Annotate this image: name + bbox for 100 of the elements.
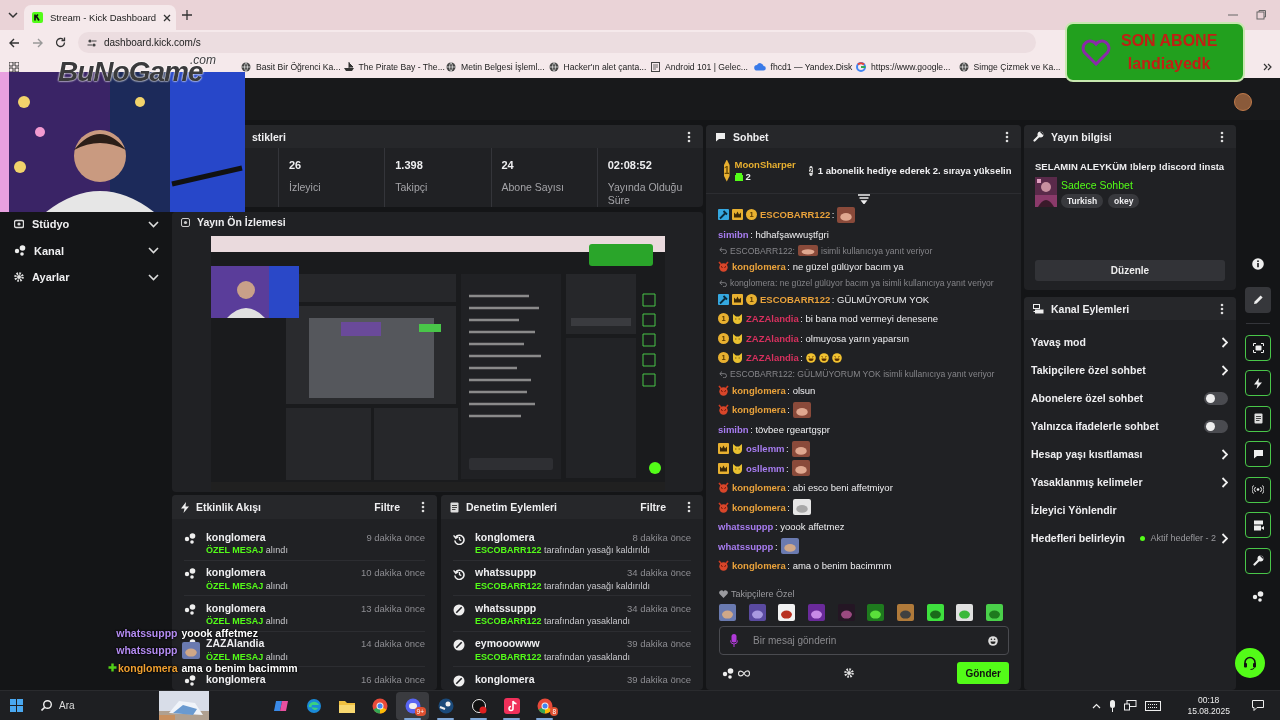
more-icon[interactable] — [1220, 130, 1224, 143]
setting-label[interactable]: Yalnızca ifadelerle sohbet — [1031, 420, 1159, 432]
message-text: : — [787, 404, 790, 416]
apps-icon[interactable] — [9, 61, 19, 72]
collapse-icon[interactable] — [857, 193, 870, 204]
toggle-switch[interactable] — [1204, 391, 1228, 405]
sidebar-button[interactable] — [1245, 476, 1271, 503]
setting-label[interactable]: Abonelere özel sohbet — [1031, 392, 1144, 404]
category-link[interactable]: Sadece Sohbet — [1061, 179, 1140, 191]
filter-button[interactable]: Filtre — [640, 501, 666, 513]
edge-icon — [305, 697, 322, 714]
edit-button[interactable]: Düzenle — [1035, 260, 1225, 281]
message-text: : bi bana mod vermeyi denesene — [800, 313, 939, 325]
bookmark[interactable]: Android 101 | Gelec... — [651, 61, 754, 72]
sidebar-button[interactable] — [1245, 286, 1271, 313]
settings-icon[interactable] — [843, 668, 854, 678]
browser-tab[interactable]: Stream - Kick Dashboard — [24, 5, 176, 30]
sidebar-button[interactable] — [1245, 441, 1271, 467]
tab-list-icon[interactable] — [8, 11, 18, 19]
sidebar-item[interactable]: Kanal — [0, 237, 172, 264]
toggle-switch[interactable] — [1204, 419, 1228, 433]
emote-icon — [956, 604, 974, 621]
bookmark[interactable]: Metin Belgesi İşleml... — [446, 61, 549, 72]
tag[interactable]: okey — [1108, 194, 1140, 208]
chevron-icon[interactable] — [148, 247, 159, 255]
sidebar-item[interactable]: Stüdyo — [0, 211, 172, 238]
chevron-icon[interactable] — [1221, 448, 1228, 460]
reply-icon — [719, 370, 727, 378]
network-icon[interactable] — [1124, 700, 1138, 711]
username[interactable]: osllemm — [746, 462, 785, 474]
username[interactable]: MoonSharper — [734, 159, 796, 170]
bookmark[interactable]: The Pirate Bay - The... — [343, 61, 446, 72]
search-field[interactable]: Ara — [39, 693, 159, 718]
tag[interactable]: Turkish — [1061, 194, 1104, 208]
start-icon[interactable] — [10, 699, 23, 712]
username[interactable]: ESCOBARR122 — [760, 293, 831, 305]
filter-button[interactable]: Filtre — [374, 501, 400, 513]
username[interactable]: konglomera — [732, 482, 786, 494]
close-icon[interactable] — [163, 13, 172, 22]
sidebar-button[interactable] — [1245, 370, 1271, 396]
dots-icon — [184, 674, 196, 686]
more-icon[interactable] — [1005, 130, 1009, 143]
sidebar-button[interactable] — [1245, 334, 1271, 361]
emoji-icon[interactable] — [988, 635, 998, 646]
sidebar-button[interactable] — [1245, 405, 1271, 432]
bookmark[interactable]: Simge Çizmek ve Ka... — [958, 61, 1061, 72]
history-icon — [453, 532, 465, 545]
reload-icon[interactable] — [55, 37, 66, 48]
username[interactable]: konglomera — [732, 560, 786, 572]
sidebar-button[interactable] — [1245, 547, 1271, 574]
chevron-icon[interactable] — [1092, 702, 1102, 709]
restore-icon[interactable] — [1256, 10, 1266, 20]
more-icon[interactable] — [687, 130, 691, 143]
keyboard-icon[interactable] — [1145, 700, 1162, 711]
setting-label[interactable]: Takipçilere özel sohbet — [1031, 364, 1146, 376]
send-button[interactable]: Gönder — [957, 662, 1009, 684]
new-tab-icon[interactable] — [182, 10, 192, 20]
setting-label[interactable]: Hedefleri belirleyin — [1031, 532, 1125, 544]
address-bar[interactable]: dashboard.kick.com/s — [78, 32, 1036, 53]
username[interactable]: ESCOBARR122 — [760, 209, 831, 221]
bookmark[interactable]: Hacker'ın alet çanta... — [548, 61, 651, 72]
more-icon[interactable] — [687, 501, 691, 513]
infinity-icon[interactable] — [738, 669, 750, 677]
setting-label[interactable]: Yavaş mod — [1031, 336, 1086, 348]
chevron-icon[interactable] — [148, 220, 159, 228]
bookmark[interactable]: https://www.google... — [856, 61, 959, 72]
username[interactable]: konglomera — [732, 501, 786, 513]
back-icon[interactable] — [9, 37, 20, 48]
avatar[interactable] — [1234, 92, 1252, 111]
setting-label[interactable]: Yasaklanmış kelimeler — [1031, 476, 1143, 488]
username[interactable]: osllemm — [746, 443, 785, 455]
sidebar-item[interactable]: Ayarlar — [0, 264, 172, 291]
chevron-icon[interactable] — [148, 273, 159, 281]
setting-label[interactable]: İzleyici Yönlendir — [1031, 504, 1117, 516]
username: whatssuppp — [475, 602, 537, 614]
username[interactable]: simibn — [718, 423, 749, 435]
chevron-icon[interactable] — [1221, 336, 1228, 348]
chevron-icon[interactable] — [1221, 532, 1228, 544]
setting-label[interactable]: Hesap yaşı kısıtlaması — [1031, 448, 1143, 460]
chrome-icon — [371, 697, 388, 714]
bookmark[interactable]: Basit Bir Öğrenci Ka... — [241, 61, 344, 72]
username[interactable]: konglomera — [732, 384, 786, 396]
bookmark[interactable]: fhcd1 — Yandex.Disk — [753, 61, 856, 72]
timestamp: 34 dakika önce — [627, 567, 691, 578]
message-field[interactable]: Bir mesaj gönderin — [719, 626, 1009, 655]
support-button[interactable] — [1235, 648, 1265, 678]
username[interactable]: whatssuppp — [718, 521, 774, 533]
microphone-icon[interactable] — [1109, 699, 1117, 712]
username[interactable]: whatssuppp — [718, 540, 774, 552]
chevron-icon[interactable] — [1221, 364, 1228, 376]
username[interactable]: simibn — [718, 228, 749, 240]
sidebar-button[interactable] — [1245, 512, 1271, 538]
more-icon[interactable] — [421, 501, 425, 513]
chevron-icon[interactable] — [1221, 476, 1228, 488]
username[interactable]: konglomera — [732, 404, 786, 416]
username[interactable]: konglomera — [732, 261, 786, 273]
notification-icon[interactable] — [1252, 700, 1264, 711]
clock[interactable]: 00:18 15.08.2025 — [1187, 694, 1230, 717]
more-bookmarks-icon[interactable] — [1263, 62, 1272, 71]
more-icon[interactable] — [1220, 302, 1224, 315]
